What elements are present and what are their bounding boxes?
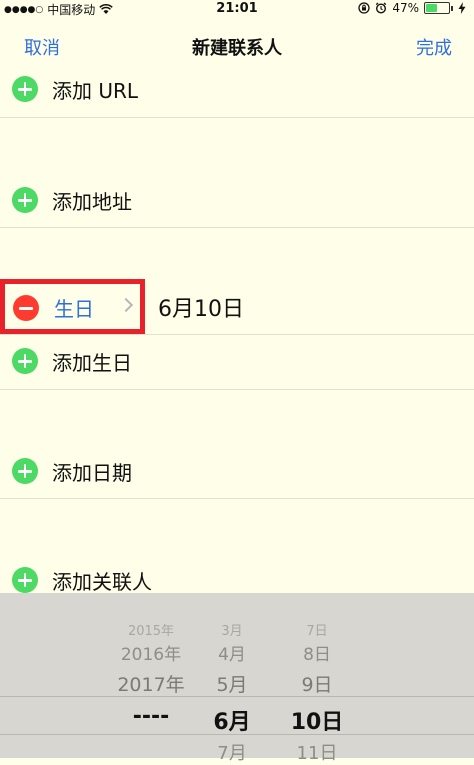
battery-cap: [451, 5, 453, 11]
picker-day-item[interactable]: 7日: [280, 620, 354, 639]
divider: [0, 389, 474, 390]
plus-circle-icon: [12, 76, 38, 102]
plus-circle-icon: [12, 348, 38, 374]
picker-month-item[interactable]: 5月: [196, 670, 268, 697]
navigation-bar: 取消 新建联系人 完成: [0, 22, 474, 66]
picker-month-item[interactable]: 3月: [196, 620, 268, 639]
picker-day-item[interactable]: 8日: [280, 640, 354, 665]
picker-day-item[interactable]: 9日: [280, 670, 354, 697]
done-button[interactable]: 完成: [416, 34, 452, 60]
birthday-label[interactable]: 生日: [54, 293, 94, 322]
picker-year-item[interactable]: 2016年: [96, 640, 206, 665]
add-url-row[interactable]: 添加 URL: [0, 74, 474, 104]
divider: [0, 334, 474, 335]
picker-day-selected[interactable]: 10日: [280, 704, 354, 736]
divider: [0, 498, 474, 499]
alarm-icon: [376, 2, 387, 14]
charging-icon: [458, 2, 466, 14]
picker-year-item[interactable]: 2017年: [96, 670, 206, 697]
add-related-row[interactable]: 添加关联人: [0, 565, 474, 595]
add-related-label: 添加关联人: [52, 569, 152, 594]
battery-level: [426, 4, 438, 12]
picker-year-item[interactable]: 2015年: [96, 620, 206, 639]
plus-circle-icon: [12, 187, 38, 213]
picker-year-selected[interactable]: ----: [96, 704, 206, 729]
add-address-label: 添加地址: [52, 189, 132, 214]
add-date-row[interactable]: 添加日期: [0, 456, 474, 486]
battery-percent: 47%: [392, 1, 419, 15]
lock-rotation-icon: [358, 2, 370, 14]
divider: [0, 117, 474, 118]
date-picker[interactable]: 2015年 2016年 2017年 ---- 3月 4月 5月 6月 7月 7日…: [0, 593, 474, 764]
picker-month-item[interactable]: 4月: [196, 640, 268, 665]
battery-icon: [424, 2, 450, 14]
add-url-label: 添加 URL: [52, 78, 139, 103]
status-bar: ●●●●○ 中国移动 21:01 47%: [0, 0, 474, 18]
divider: [0, 227, 474, 228]
add-address-row[interactable]: 添加地址: [0, 185, 474, 215]
plus-circle-icon: [12, 567, 38, 593]
add-date-label: 添加日期: [52, 460, 132, 485]
page-title: 新建联系人: [192, 38, 282, 59]
minus-circle-icon[interactable]: [13, 295, 39, 321]
add-birthday-label: 添加生日: [52, 350, 132, 375]
picker-month-selected[interactable]: 6月: [196, 704, 268, 736]
status-right: 47%: [358, 1, 466, 15]
plus-circle-icon: [12, 458, 38, 484]
picker-month-item[interactable]: 7月: [196, 739, 268, 765]
add-birthday-row[interactable]: 添加生日: [0, 346, 474, 376]
birthday-value[interactable]: 6月10日: [158, 291, 244, 323]
picker-day-item[interactable]: 11日: [280, 739, 354, 765]
